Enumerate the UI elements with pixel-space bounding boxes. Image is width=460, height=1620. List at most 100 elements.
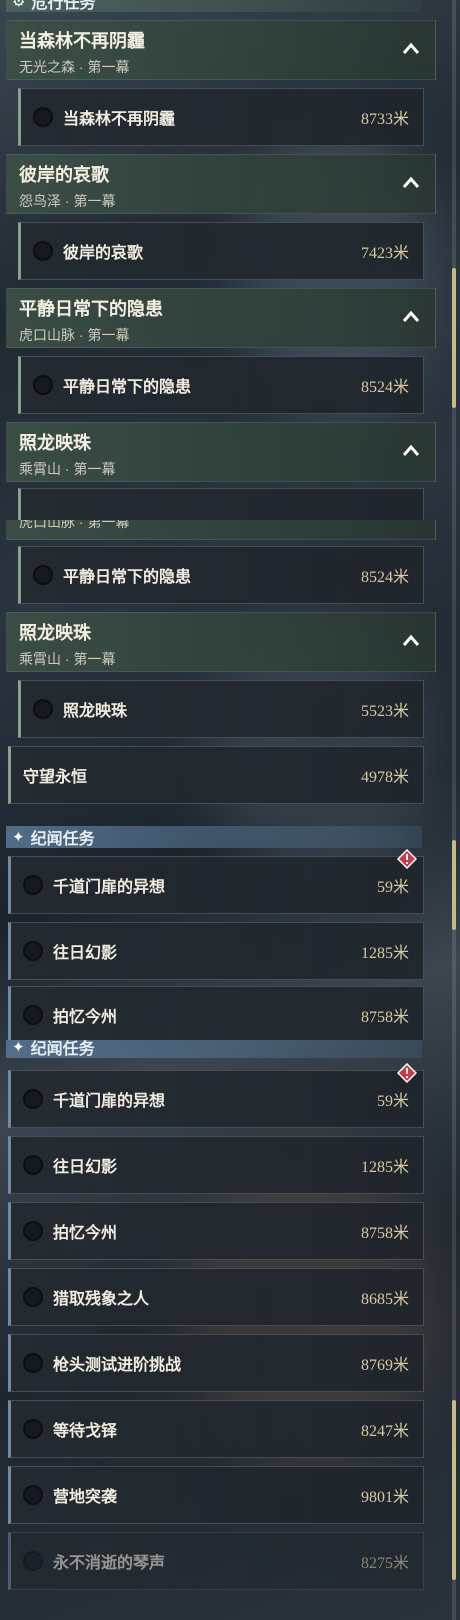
quest-group-subtitle: 乘霄山 · 第一幕 (19, 461, 116, 477)
quest-group-subtitle: 无光之森 · 第一幕 (19, 59, 130, 75)
task-distance: 59米 (376, 1093, 409, 1110)
task-name: 营地突袭 (53, 1489, 118, 1506)
task-status-circle-icon (33, 565, 53, 585)
task-status-circle-icon (23, 1155, 43, 1175)
danger-section-icon: ⚙ (12, 0, 26, 10)
task-status-circle-icon (23, 1485, 43, 1505)
quest-group-subtitle: 虎口山脉 · 第一幕 (19, 520, 130, 530)
quest-list-frame-3: ✦ 纪闻任务 千道门扉的异想 59米 往日幻影 1285米 拍忆今州 8758米… (0, 1040, 460, 1620)
chevron-up-icon[interactable] (401, 307, 421, 327)
task-row[interactable]: 彼岸的哀歌 7423米 (18, 222, 424, 280)
task-status-circle-icon (33, 375, 53, 395)
task-row[interactable]: 平静日常下的隐患 8524米 (18, 356, 424, 414)
section-header-danger: ⚙ 危行任务 (6, 0, 422, 12)
task-row[interactable]: 千道门扉的异想 59米 (8, 1063, 424, 1128)
task-row[interactable]: 平静日常下的隐患 8524米 (18, 546, 424, 604)
section-title: 纪闻任务 (30, 1041, 95, 1058)
task-distance: 8247米 (360, 1423, 409, 1440)
quest-group-title: 彼岸的哀歌 (19, 165, 109, 185)
task-name: 平静日常下的隐患 (63, 379, 192, 396)
quest-group-card[interactable]: 平静日常下的隐患 虎口山脉 · 第一幕 (6, 288, 436, 348)
chevron-up-icon[interactable] (401, 631, 421, 651)
task-row[interactable]: 往日幻影 1285米 (8, 922, 424, 980)
task-row[interactable]: 等待戈铎 8247米 (8, 1400, 424, 1458)
section-title: 危行任务 (31, 0, 96, 12)
task-distance: 59米 (376, 879, 409, 896)
task-name: 往日幻影 (53, 1159, 118, 1176)
task-distance: 8275米 (360, 1555, 409, 1572)
quest-group-title: 照龙映珠 (19, 433, 91, 453)
chevron-up-icon[interactable] (401, 173, 421, 193)
task-status-circle-icon (23, 1419, 43, 1439)
task-status-circle-icon (23, 1005, 43, 1025)
task-distance: 1285米 (360, 945, 409, 962)
scrollbar[interactable] (452, 1040, 456, 1620)
task-name: 守望永恒 (23, 769, 88, 786)
task-status-circle-icon (23, 1221, 43, 1241)
task-row[interactable]: 照龙映珠 5523米 (18, 680, 424, 738)
task-row[interactable]: 当森林不再阴霾 8733米 (18, 88, 424, 146)
task-distance: 5523米 (360, 703, 409, 720)
task-name: 当森林不再阴霾 (63, 111, 176, 128)
quest-group-card[interactable]: 当森林不再阴霾 无光之森 · 第一幕 (6, 20, 436, 80)
task-name: 平静日常下的隐患 (63, 569, 192, 586)
task-name: 千道门扉的异想 (53, 1093, 166, 1110)
quest-group-card[interactable]: 照龙映珠 乘霄山 · 第一幕 (6, 422, 436, 482)
task-row[interactable]: 枪头测试进阶挑战 8769米 (8, 1334, 424, 1392)
task-name: 枪头测试进阶挑战 (53, 1357, 182, 1374)
quest-group-card[interactable]: 彼岸的哀歌 怨鸟泽 · 第一幕 (6, 154, 436, 214)
quest-group-title: 平静日常下的隐患 (19, 299, 163, 319)
task-status-circle-icon (23, 1089, 43, 1109)
task-row-partial[interactable] (18, 488, 424, 520)
quest-group-subtitle: 乘霄山 · 第一幕 (19, 651, 116, 667)
scrollbar-thumb[interactable] (452, 840, 456, 930)
quest-group-subtitle: 怨鸟泽 · 第一幕 (19, 193, 116, 209)
task-status-circle-icon (23, 875, 43, 895)
task-row[interactable]: 守望永恒 4978米 (8, 746, 424, 804)
quest-group-card[interactable]: 照龙映珠 乘霄山 · 第一幕 (6, 612, 436, 672)
task-name: 等待戈铎 (53, 1423, 118, 1440)
sparkle-star-icon: ✦ (12, 829, 25, 846)
warning-diamond-icon (397, 849, 417, 869)
task-distance: 8685米 (360, 1291, 409, 1308)
scrollbar-thumb[interactable] (452, 1400, 456, 1580)
task-distance: 8524米 (360, 569, 409, 586)
warning-diamond-icon (397, 1063, 417, 1083)
task-status-circle-icon (23, 1353, 43, 1373)
task-distance: 8769米 (360, 1357, 409, 1374)
task-distance: 4978米 (360, 769, 409, 786)
task-status-circle-icon (23, 1287, 43, 1307)
task-name: 猎取残象之人 (53, 1291, 150, 1308)
task-status-circle-icon (33, 107, 53, 127)
scrollbar[interactable] (452, 520, 456, 1040)
task-row[interactable]: 千道门扉的异想 59米 (8, 849, 424, 914)
task-row[interactable]: 往日幻影 1285米 (8, 1136, 424, 1194)
task-name: 照龙映珠 (63, 703, 128, 720)
task-name: 彼岸的哀歌 (63, 245, 144, 262)
section-header-story: ✦ 纪闻任务 (6, 826, 422, 848)
task-row[interactable]: 猎取残象之人 8685米 (8, 1268, 424, 1326)
task-distance: 8733米 (360, 111, 409, 128)
sparkle-star-icon: ✦ (12, 1040, 25, 1056)
task-status-circle-icon (23, 941, 43, 961)
task-name: 往日幻影 (53, 945, 118, 962)
quest-group-title: 当森林不再阴霾 (19, 31, 145, 51)
task-distance: 8758米 (360, 1009, 409, 1026)
section-title: 纪闻任务 (30, 831, 95, 848)
task-distance: 9801米 (360, 1489, 409, 1506)
quest-group-title: 照龙映珠 (19, 623, 91, 643)
scrollbar[interactable] (452, 0, 456, 520)
task-status-circle-icon (33, 241, 53, 261)
task-row[interactable]: 永不消逝的琴声 8275米 (8, 1532, 424, 1590)
task-distance: 8758米 (360, 1225, 409, 1242)
quest-group-subtitle: 虎口山脉 · 第一幕 (19, 327, 130, 343)
task-row[interactable]: 拍忆今州 8758米 (8, 986, 424, 1040)
chevron-up-icon[interactable] (401, 39, 421, 59)
quest-group-card-partial[interactable]: . 虎口山脉 · 第一幕 (6, 520, 436, 540)
section-header-story: ✦ 纪闻任务 (6, 1040, 422, 1058)
task-row[interactable]: 拍忆今州 8758米 (8, 1202, 424, 1260)
task-row[interactable]: 营地突袭 9801米 (8, 1466, 424, 1524)
chevron-up-icon[interactable] (401, 441, 421, 461)
task-name: 永不消逝的琴声 (53, 1555, 166, 1572)
scrollbar-thumb[interactable] (452, 268, 456, 408)
